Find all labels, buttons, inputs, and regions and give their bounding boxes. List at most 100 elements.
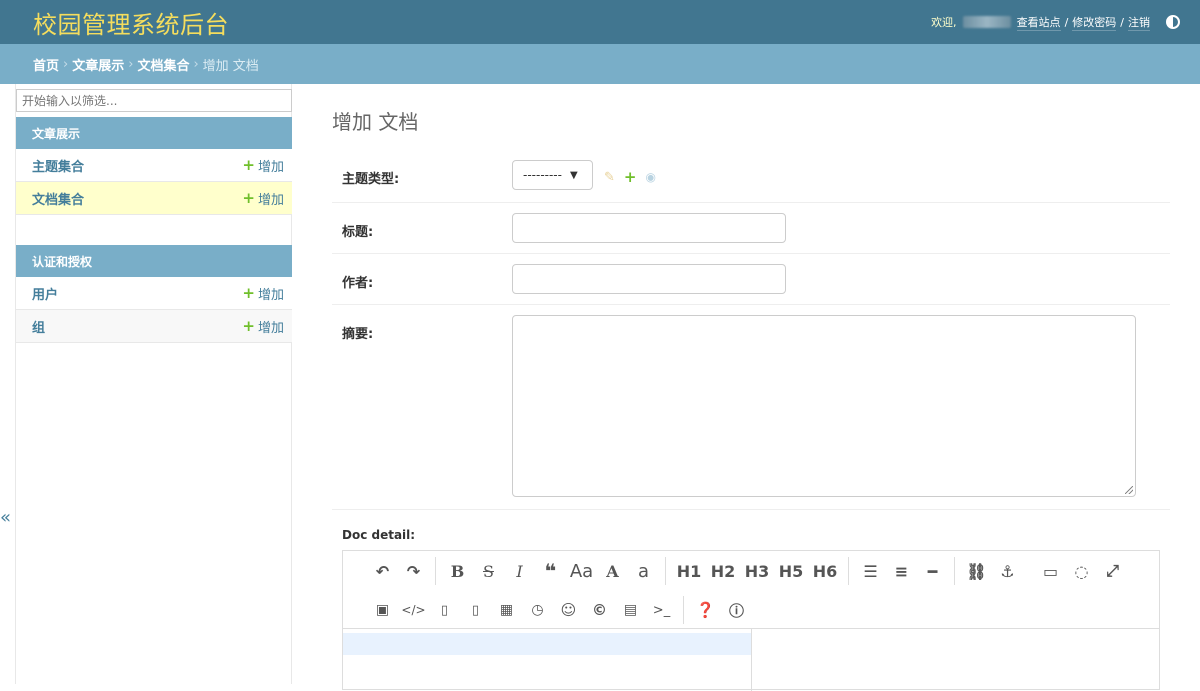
header: 校园管理系统后台 欢迎, 查看站点 / 修改密码 / 注销 <box>0 0 1200 44</box>
plus-icon: + <box>242 283 255 302</box>
field-label: 标题: <box>342 225 374 240</box>
anchor-icon[interactable]: ⚓ <box>992 557 1023 585</box>
chevron-down-icon: ▼ <box>569 169 578 181</box>
logout-link[interactable]: 注销 <box>1128 14 1150 31</box>
user-tools: 欢迎, 查看站点 / 修改密码 / 注销 <box>931 14 1180 31</box>
module-auth: 认证和授权 用户 + 增加 组 + 增加 <box>16 245 292 343</box>
fullscreen-icon[interactable]: ⤢ <box>1097 557 1128 585</box>
change-password-link[interactable]: 修改密码 <box>1072 14 1117 31</box>
sidebar-item-label[interactable]: 组 <box>32 317 45 336</box>
h6-icon[interactable]: H6 <box>808 557 842 585</box>
file-code-icon[interactable]: ▯ <box>429 596 460 624</box>
doc-detail-label: Doc detail: <box>342 528 416 542</box>
italic-icon[interactable]: I <box>504 557 535 585</box>
emoji-icon[interactable]: ☺ <box>553 596 584 624</box>
module-caption[interactable]: 认证和授权 <box>16 245 292 277</box>
site-title[interactable]: 校园管理系统后台 <box>33 5 229 40</box>
breadcrumb-home[interactable]: 首页 <box>33 55 59 74</box>
title-input[interactable] <box>512 213 786 243</box>
info-icon[interactable]: ⓘ <box>721 596 752 624</box>
add-user-link[interactable]: + 增加 <box>242 284 284 303</box>
uppercase-icon[interactable]: Aa <box>566 557 597 585</box>
add-document-link[interactable]: + 增加 <box>242 189 284 208</box>
breadcrumb-current: 增加 文档 <box>202 58 259 74</box>
image-icon[interactable]: ▣ <box>367 596 398 624</box>
add-group-link[interactable]: + 增加 <box>242 317 284 336</box>
select-value: --------- <box>523 168 562 182</box>
field-label: 作者: <box>342 276 374 291</box>
bold-icon[interactable]: B <box>442 557 473 585</box>
ordered-list-icon[interactable]: ≡ <box>886 557 917 585</box>
add-label: 增加 <box>257 192 284 208</box>
author-input[interactable] <box>512 264 786 294</box>
toolbar-divider <box>665 557 666 585</box>
breadcrumb-arrow: › <box>193 56 199 72</box>
sidebar-item-label[interactable]: 用户 <box>32 284 58 303</box>
topic-type-select[interactable]: --------- ▼ <box>512 160 593 190</box>
theme-toggle-icon[interactable] <box>1166 15 1180 29</box>
horizontal-rule-icon[interactable]: ━ <box>917 557 948 585</box>
h5-icon[interactable]: H5 <box>774 557 808 585</box>
help-icon[interactable]: ❓ <box>690 596 721 624</box>
h3-icon[interactable]: H3 <box>740 557 774 585</box>
eye-slash-icon[interactable]: ◌ <box>1066 557 1097 585</box>
sidebar-collapse-toggle[interactable]: « <box>0 508 12 528</box>
add-topic-link[interactable]: + 增加 <box>242 156 284 175</box>
breadcrumb-model[interactable]: 文档集合 <box>137 55 189 74</box>
sidebar-item-documents[interactable]: 文档集合 + 增加 <box>16 182 292 215</box>
sidebar-item-users[interactable]: 用户 + 增加 <box>16 277 292 310</box>
page-break-icon[interactable]: ▤ <box>615 596 646 624</box>
summary-textarea[interactable] <box>512 315 1136 497</box>
breadcrumb-app[interactable]: 文章展示 <box>72 55 124 74</box>
sidebar-item-topics[interactable]: 主题集合 + 增加 <box>16 149 292 182</box>
undo-icon[interactable]: ↶ <box>367 557 398 585</box>
field-label: 主题类型: <box>342 172 400 187</box>
redo-icon[interactable]: ↷ <box>398 557 429 585</box>
markdown-editor: ↶ ↷ B S I ❝ Aa A a H1 H2 H3 H5 H6 ☰ ≡ ━ <box>342 550 1160 691</box>
toolbar-row-2: ▣ </> ▯ ▯ ▦ ◷ ☺ © ▤ >_ ❓ ⓘ <box>367 594 752 626</box>
clock-icon[interactable]: ◷ <box>522 596 553 624</box>
username-masked <box>962 16 1011 28</box>
toolbar-divider <box>954 557 955 585</box>
plus-icon: + <box>242 316 255 335</box>
page-title: 增加 文档 <box>332 110 419 134</box>
strikethrough-icon[interactable]: S <box>473 557 504 585</box>
unordered-list-icon[interactable]: ☰ <box>855 557 886 585</box>
add-label: 增加 <box>257 287 284 303</box>
copyright-icon[interactable]: © <box>584 596 615 624</box>
link-icon[interactable]: ⛓ <box>961 557 992 585</box>
resize-handle[interactable] <box>1125 486 1133 494</box>
table-icon[interactable]: ▦ <box>491 596 522 624</box>
nav-filter-input[interactable] <box>16 89 292 112</box>
sidebar: 文章展示 主题集合 + 增加 文档集合 + 增加 认证和授权 用户 + 增加 组 <box>15 84 292 684</box>
form-row-author: 作者: <box>332 254 1170 305</box>
breadcrumb-arrow: › <box>128 56 134 72</box>
form-row-topic-type: 主题类型: --------- ▼ ✎ + ◉ <box>332 150 1170 203</box>
view-site-link[interactable]: 查看站点 <box>1016 14 1061 31</box>
toolbar-row-1: ↶ ↷ B S I ❝ Aa A a H1 H2 H3 H5 H6 ☰ ≡ ━ <box>367 555 1128 587</box>
module-caption[interactable]: 文章展示 <box>16 117 292 149</box>
toolbar-divider <box>848 557 849 585</box>
sidebar-item-label[interactable]: 文档集合 <box>32 189 84 208</box>
separator: / <box>1120 15 1124 29</box>
eye-icon[interactable]: ◉ <box>645 170 655 184</box>
welcome-text: 欢迎, <box>931 16 957 29</box>
desktop-icon[interactable]: ▭ <box>1035 557 1066 585</box>
plus-icon: + <box>242 155 255 174</box>
editor-text-area[interactable] <box>343 629 752 691</box>
file-code-block-icon[interactable]: ▯ <box>460 596 491 624</box>
related-actions: ✎ + ◉ <box>604 168 656 186</box>
h1-icon[interactable]: H1 <box>672 557 706 585</box>
quote-icon[interactable]: ❝ <box>535 557 566 585</box>
capitalize-icon[interactable]: A <box>597 557 628 585</box>
breadcrumb: 首页 › 文章展示 › 文档集合 › 增加 文档 <box>0 44 1200 84</box>
terminal-icon[interactable]: >_ <box>646 596 677 624</box>
code-icon[interactable]: </> <box>398 596 429 624</box>
lowercase-icon[interactable]: a <box>628 557 659 585</box>
plus-icon[interactable]: + <box>624 168 637 186</box>
toolbar-divider <box>683 596 684 624</box>
h2-icon[interactable]: H2 <box>706 557 740 585</box>
sidebar-item-label[interactable]: 主题集合 <box>32 156 84 175</box>
pencil-icon[interactable]: ✎ <box>604 170 615 185</box>
sidebar-item-groups[interactable]: 组 + 增加 <box>16 310 292 343</box>
